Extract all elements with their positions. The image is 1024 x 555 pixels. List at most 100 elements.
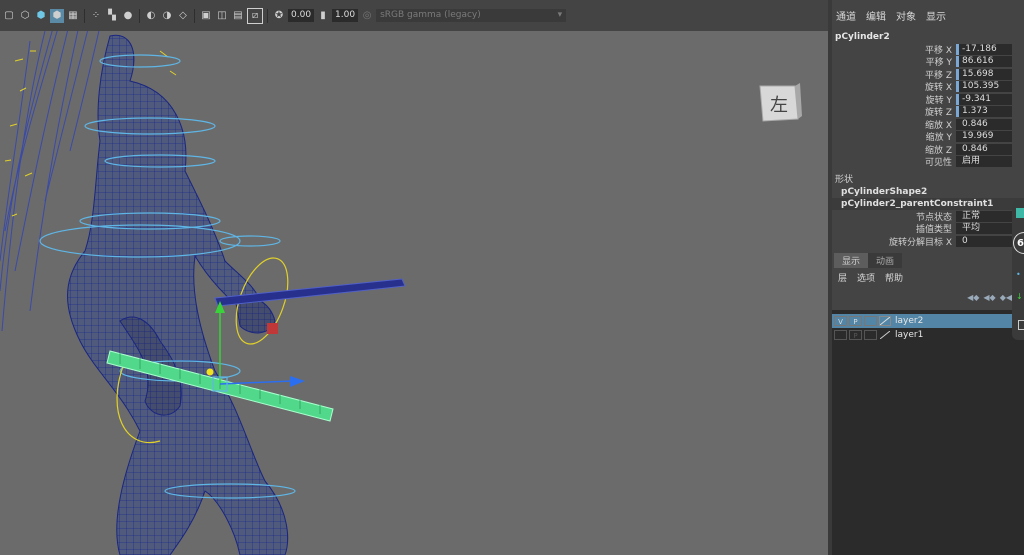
colorspace-value: sRGB gamma (legacy) — [380, 10, 481, 20]
toolbar-divider — [139, 8, 140, 23]
textured-icon[interactable]: ▦ — [66, 9, 80, 23]
attr-row-scale-z[interactable]: 缩放 Z 0.846 — [832, 143, 1024, 156]
attr-label: 缩放 X — [924, 120, 952, 131]
smooth-shade-icon[interactable]: ⬢ — [34, 9, 48, 23]
wireframe-icon[interactable]: ⬡ — [18, 9, 32, 23]
tab-animation[interactable]: 动画 — [868, 253, 903, 268]
attr-row-visibility[interactable]: 可见性 启用 — [832, 156, 1024, 169]
attr-value-field[interactable]: -9.341 — [956, 93, 1012, 105]
antialias-icon[interactable]: ◐ — [144, 9, 158, 23]
attr-row-translate-z[interactable]: 平移 Z 15.698 — [832, 68, 1024, 81]
layer-row[interactable]: V P layer2 — [832, 314, 1024, 328]
attr-value-field[interactable]: 0 — [956, 235, 1012, 247]
layer-color-swatch[interactable] — [879, 330, 891, 340]
attr-value-field[interactable]: 启用 — [956, 156, 1012, 168]
attr-value-field[interactable]: 平均 — [956, 223, 1012, 235]
attr-label: 节点状态 — [915, 212, 952, 223]
attr-value-field[interactable]: 105.395 — [956, 81, 1012, 93]
layer-row[interactable]: P layer1 — [832, 328, 1024, 342]
attr-row-rotation-decomp[interactable]: 旋转分解目标 X 0 — [832, 235, 1024, 248]
layer-playback-toggle[interactable]: P — [849, 316, 862, 326]
move-layer-down-icon[interactable]: ◀◆ — [983, 293, 995, 302]
attr-value-field[interactable]: 1.373 — [956, 106, 1012, 118]
gamma-icon[interactable]: ▮ — [316, 9, 330, 23]
camera-attributes-icon[interactable]: ▢ — [2, 9, 16, 23]
attr-value-field[interactable]: 0.846 — [956, 143, 1012, 155]
constraint-node-item[interactable]: pCylinder2_parentConstraint1 — [832, 198, 1024, 210]
chevron-down-icon: ▾ — [557, 10, 563, 20]
colorspace-dropdown[interactable]: sRGB gamma (legacy) ▾ — [376, 9, 567, 22]
attr-value-field[interactable]: 正常 — [956, 210, 1012, 222]
layer-name[interactable]: layer2 — [895, 316, 923, 326]
layer-editor: 显示 动画 层 选项 帮助 ◀◆ ◀◆ ◆◀ V P layer2 P laye… — [832, 252, 1024, 555]
attr-value-field[interactable]: -17.186 — [956, 43, 1012, 55]
viewport-toolbar: ▢ ⬡ ⬢ ⬢ ▦ ⁘ ▚ ● ◐ ◑ ◇ ▣ ◫ ▤ ⧄ ✪ 0.00 ▮ 1… — [0, 0, 828, 31]
ambient-occlusion-icon[interactable]: ● — [121, 9, 135, 23]
color-management-icon[interactable]: ◎ — [360, 9, 374, 23]
exposure-field[interactable]: 0.00 — [288, 9, 315, 22]
attr-label: 插值类型 — [915, 225, 952, 236]
new-layer-icon[interactable]: ◆◀ — [1000, 293, 1012, 302]
depth-of-field-icon[interactable]: ◑ — [160, 9, 174, 23]
layer-visibility-toggle[interactable]: V — [834, 316, 847, 326]
viewcube[interactable]: 左 — [759, 83, 802, 122]
object-name[interactable]: pCylinder2 — [832, 31, 1024, 43]
viewport-panel[interactable]: ▢ ⬡ ⬢ ⬢ ▦ ⁘ ▚ ● ◐ ◑ ◇ ▣ ◫ ▤ ⧄ ✪ 0.00 ▮ 1… — [0, 0, 828, 555]
attr-row-translate-x[interactable]: 平移 X -17.186 — [832, 43, 1024, 56]
menu-object[interactable]: 对象 — [896, 8, 916, 23]
move-layer-up-icon[interactable]: ◀◆ — [967, 293, 979, 302]
exposure-icon[interactable]: ✪ — [272, 9, 286, 23]
xray-joints-icon[interactable]: ▤ — [231, 9, 245, 23]
attr-label: 可见性 — [924, 158, 952, 169]
shapes-section-label: 形状 — [835, 175, 854, 185]
menu-show[interactable]: 显示 — [926, 8, 946, 23]
attr-row-scale-y[interactable]: 缩放 Y 19.969 — [832, 131, 1024, 144]
attr-label: 缩放 Z — [924, 145, 952, 156]
layer-playback-toggle[interactable]: P — [849, 330, 862, 340]
menu-help[interactable]: 帮助 — [885, 271, 903, 284]
attr-row-translate-y[interactable]: 平移 Y 86.616 — [832, 56, 1024, 68]
attr-label: 旋转 X — [924, 83, 952, 94]
menu-channels[interactable]: 通道 — [836, 8, 856, 23]
xray-components-icon[interactable]: ⧄ — [247, 7, 263, 24]
attr-label: 缩放 Y — [925, 133, 952, 144]
wireframe-on-shaded-icon[interactable]: ⬢ — [50, 8, 64, 23]
attr-row-scale-x[interactable]: 缩放 X 0.846 — [832, 118, 1024, 131]
attr-label: 旋转 Y — [925, 95, 952, 106]
tab-display[interactable]: 显示 — [834, 253, 869, 268]
layer-color-swatch[interactable] — [879, 316, 891, 326]
attr-value-field[interactable]: 86.616 — [956, 56, 1012, 68]
motion-blur-icon[interactable]: ◇ — [176, 9, 190, 23]
layer-tabs: 显示 动画 — [832, 252, 1024, 268]
layer-name[interactable]: layer1 — [895, 330, 923, 340]
hud-checkbox-icon[interactable] — [1018, 320, 1024, 330]
menu-layers[interactable]: 层 — [838, 271, 847, 284]
layer-visibility-toggle[interactable] — [834, 330, 847, 340]
menu-edit[interactable]: 编辑 — [866, 8, 886, 23]
attr-value-field[interactable]: 0.846 — [956, 118, 1012, 130]
layer-display-type-toggle[interactable] — [864, 316, 877, 326]
layer-display-type-toggle[interactable] — [864, 330, 877, 340]
hud-arrow-icon: • — [1016, 270, 1021, 279]
viewport-scene[interactable]: 左 — [0, 31, 828, 555]
attr-row-rotate-y[interactable]: 旋转 Y -9.341 — [832, 93, 1024, 106]
gamma-field[interactable]: 1.00 — [332, 9, 359, 22]
menu-options[interactable]: 选项 — [857, 271, 875, 284]
floating-hud-widget[interactable]: 6 • ↓ — [1012, 200, 1024, 340]
toolbar-divider — [267, 8, 268, 23]
isolate-select-icon[interactable]: ▣ — [199, 9, 213, 23]
attr-label: 平移 Z — [924, 70, 952, 81]
attr-row-rotate-z[interactable]: 旋转 Z 1.373 — [832, 106, 1024, 118]
attr-row-interp-type[interactable]: 插值类型 平均 — [832, 223, 1024, 236]
attr-row-node-state[interactable]: 节点状态 正常 — [832, 210, 1024, 223]
layer-list: V P layer2 P layer1 — [832, 310, 1024, 555]
attr-row-rotate-x[interactable]: 旋转 X 105.395 — [832, 81, 1024, 94]
lights-icon[interactable]: ⁘ — [89, 9, 103, 23]
channel-box-menubar: 通道 编辑 对象 显示 — [832, 0, 1024, 31]
hud-arrow-icon: ↓ — [1016, 292, 1023, 301]
shape-node-item[interactable]: pCylinderShape2 — [832, 186, 1024, 198]
shadows-icon[interactable]: ▚ — [105, 9, 119, 23]
attr-value-field[interactable]: 19.969 — [956, 131, 1012, 143]
xray-icon[interactable]: ◫ — [215, 9, 229, 23]
attr-value-field[interactable]: 15.698 — [956, 68, 1012, 80]
